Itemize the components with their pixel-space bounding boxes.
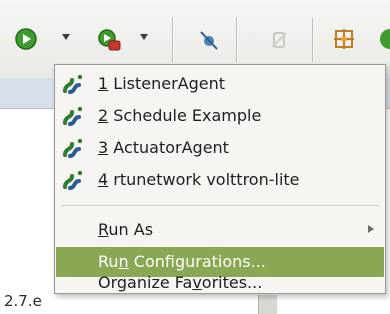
toolbar-separator bbox=[172, 18, 173, 62]
external-tools-button[interactable] bbox=[96, 27, 122, 53]
menu-item-label: un As bbox=[108, 220, 154, 239]
menu-item-label: rtunetwork volttron-lite bbox=[108, 170, 300, 189]
run-dropdown-icon[interactable] bbox=[62, 34, 70, 40]
menu-item-mnemonic: R bbox=[98, 220, 109, 239]
menu-item-schedule-example[interactable]: 2 Schedule Example bbox=[56, 101, 384, 131]
toolbar-separator bbox=[312, 18, 313, 62]
run-icon bbox=[15, 28, 37, 50]
external-tools-icon bbox=[98, 29, 121, 51]
run-history-menu: 1 ListenerAgent 2 Schedule Example 3 Act… bbox=[54, 64, 386, 294]
menu-item-actuatoragent[interactable]: 3 ActuatorAgent bbox=[56, 133, 384, 163]
skip-breakpoints-button[interactable] bbox=[196, 27, 222, 53]
external-tools-dropdown-icon[interactable] bbox=[140, 34, 148, 40]
menu-item-organize-favorites[interactable]: Organize Favorites... bbox=[56, 273, 384, 292]
menu-item-mnemonic: n bbox=[118, 252, 129, 271]
run-icon-partial bbox=[380, 29, 390, 49]
submenu-arrow-icon bbox=[368, 225, 374, 233]
background-scrollbar[interactable] bbox=[258, 295, 277, 314]
menu-item-label: Configurations... bbox=[128, 252, 266, 271]
open-type-icon bbox=[334, 29, 354, 49]
menu-item-label: ListenerAgent bbox=[108, 74, 226, 93]
python-launch-icon bbox=[63, 138, 83, 158]
menu-item-number: 1 bbox=[98, 74, 109, 93]
menu-item-label: orites... bbox=[201, 273, 263, 292]
menu-item-number: 2 bbox=[98, 106, 109, 125]
menu-item-rtunetwork-volttron-lite[interactable]: 4 rtunetwork volttron-lite bbox=[56, 165, 384, 195]
menu-item-number: 4 bbox=[98, 170, 109, 189]
open-type-button[interactable] bbox=[332, 27, 356, 51]
menu-item-run-as[interactable]: Run As bbox=[56, 215, 384, 245]
python-launch-icon bbox=[63, 106, 83, 126]
menu-item-label: ActuatorAgent bbox=[108, 138, 229, 157]
disabled-tool-icon bbox=[271, 32, 287, 48]
skip-breakpoints-icon bbox=[200, 31, 218, 50]
next-toolbar-icon[interactable] bbox=[378, 27, 390, 51]
background-text: 2.7.e bbox=[4, 292, 42, 310]
menu-item-mnemonic: v bbox=[192, 273, 202, 292]
toolbar-separator bbox=[236, 18, 237, 62]
run-button[interactable] bbox=[14, 27, 38, 51]
menu-item-label-pre: Organize Fa bbox=[98, 273, 193, 292]
python-launch-icon bbox=[63, 74, 83, 94]
menu-item-number: 3 bbox=[98, 138, 109, 157]
menu-item-label-pre: Ru bbox=[98, 252, 119, 271]
menu-separator bbox=[61, 205, 379, 206]
disabled-tool-button bbox=[266, 27, 292, 53]
python-launch-icon bbox=[63, 170, 83, 190]
menu-item-listeneragent[interactable]: 1 ListenerAgent bbox=[56, 69, 384, 99]
menu-item-label: Schedule Example bbox=[108, 106, 262, 125]
